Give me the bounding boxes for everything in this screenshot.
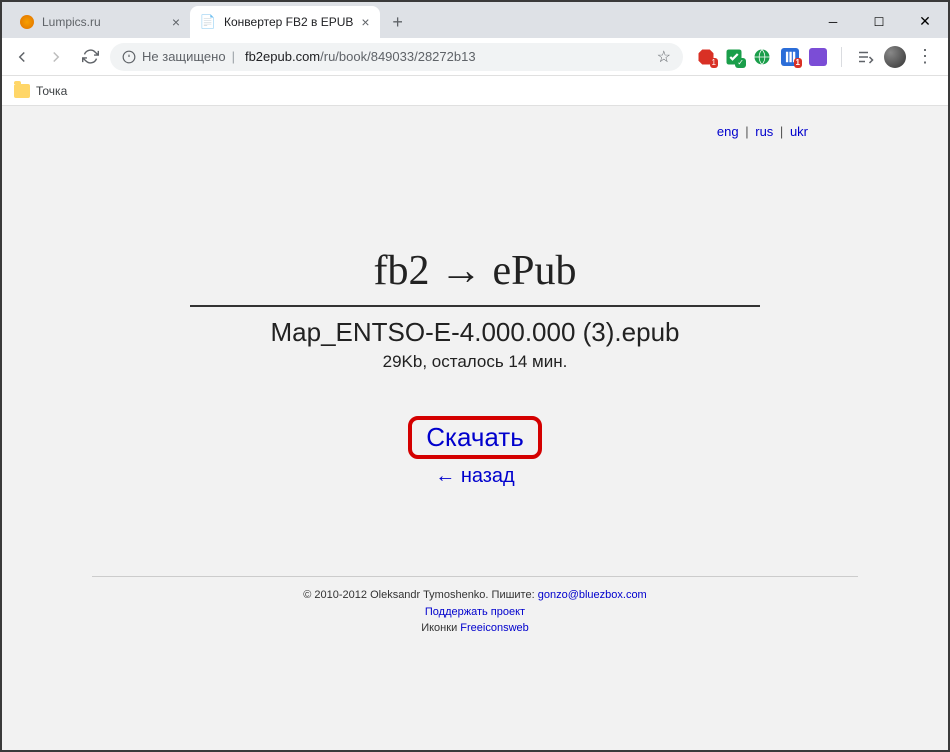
tab-lumpics[interactable]: Lumpics.ru ×	[10, 6, 190, 38]
close-icon[interactable]: ×	[172, 14, 180, 30]
back-button[interactable]	[8, 43, 36, 71]
page-title: fb2 → ePub	[190, 247, 760, 307]
badge: 1	[710, 58, 718, 68]
reading-list-icon[interactable]	[856, 48, 874, 66]
footer-support-link[interactable]: Поддержать проект	[425, 606, 525, 618]
reload-button[interactable]	[76, 43, 104, 71]
forward-button[interactable]	[42, 43, 70, 71]
bookmarks-bar: Точка	[2, 76, 948, 106]
extensions-area: 1 ✓ 1 ⋮	[689, 46, 942, 68]
extension-globe-icon[interactable]	[753, 48, 771, 66]
bookmark-item[interactable]: Точка	[36, 84, 67, 98]
download-button[interactable]: Скачать	[408, 416, 542, 459]
lang-eng[interactable]: eng	[717, 124, 739, 139]
footer-icons-label: Иконки	[421, 622, 460, 634]
folder-icon	[14, 84, 30, 98]
page-content: eng | rus | ukr fb2 → ePub Map_ENTSO-E-4…	[2, 106, 948, 750]
filename-label: Map_ENTSO-E-4.000.000 (3).epub	[190, 317, 760, 348]
address-bar[interactable]: Не защищено | fb2epub.com/ru/book/849033…	[110, 43, 683, 71]
extension-b-icon[interactable]: 1	[781, 48, 799, 66]
lang-rus[interactable]: rus	[755, 124, 773, 139]
url-text: fb2epub.com/ru/book/849033/28272b13	[245, 49, 476, 64]
tab-fb2epub[interactable]: 📄 Конвертер FB2 в EPUB ×	[190, 6, 380, 38]
back-link[interactable]: ← назад	[190, 465, 760, 488]
separator: |	[780, 124, 783, 139]
security-indicator[interactable]: Не защищено |	[122, 49, 235, 64]
separator	[841, 47, 842, 67]
extension-purple-icon[interactable]	[809, 48, 827, 66]
badge: ✓	[735, 58, 746, 68]
bookmark-star-icon[interactable]: ☆	[657, 47, 671, 67]
window-controls: ─ ☐ ✕	[810, 6, 948, 38]
profile-avatar[interactable]	[884, 46, 906, 68]
close-icon[interactable]: ×	[361, 14, 369, 30]
footer-divider	[92, 576, 858, 577]
minimize-button[interactable]: ─	[810, 6, 856, 38]
separator: |	[745, 124, 748, 139]
footer-email-link[interactable]: gonzo@bluezbox.com	[538, 589, 647, 601]
lang-ukr[interactable]: ukr	[790, 124, 808, 139]
tab-title: Lumpics.ru	[42, 15, 164, 29]
footer-copyright: © 2010-2012 Oleksandr Tymoshenko. Пишите…	[303, 589, 537, 601]
new-tab-button[interactable]: +	[384, 8, 412, 36]
security-label: Не защищено	[142, 49, 226, 64]
browser-titlebar: Lumpics.ru × 📄 Конвертер FB2 в EPUB × + …	[2, 2, 948, 38]
menu-icon[interactable]: ⋮	[916, 48, 934, 66]
footer: © 2010-2012 Oleksandr Tymoshenko. Пишите…	[2, 587, 948, 637]
extension-check-icon[interactable]: ✓	[725, 48, 743, 66]
extension-adblock-icon[interactable]: 1	[697, 48, 715, 66]
browser-toolbar: Не защищено | fb2epub.com/ru/book/849033…	[2, 38, 948, 76]
main-block: fb2 → ePub Map_ENTSO-E-4.000.000 (3).epu…	[190, 247, 760, 488]
maximize-button[interactable]: ☐	[856, 6, 902, 38]
footer-icons-link[interactable]: Freeiconsweb	[460, 622, 528, 634]
tab-title: Конвертер FB2 в EPUB	[224, 15, 353, 29]
close-window-button[interactable]: ✕	[902, 6, 948, 38]
language-switcher: eng | rus | ukr	[2, 106, 948, 139]
favicon-fb2epub: 📄	[200, 14, 216, 30]
badge: 1	[794, 58, 802, 68]
fileinfo-label: 29Kb, осталось 14 мин.	[190, 352, 760, 372]
favicon-lumpics	[20, 15, 34, 29]
